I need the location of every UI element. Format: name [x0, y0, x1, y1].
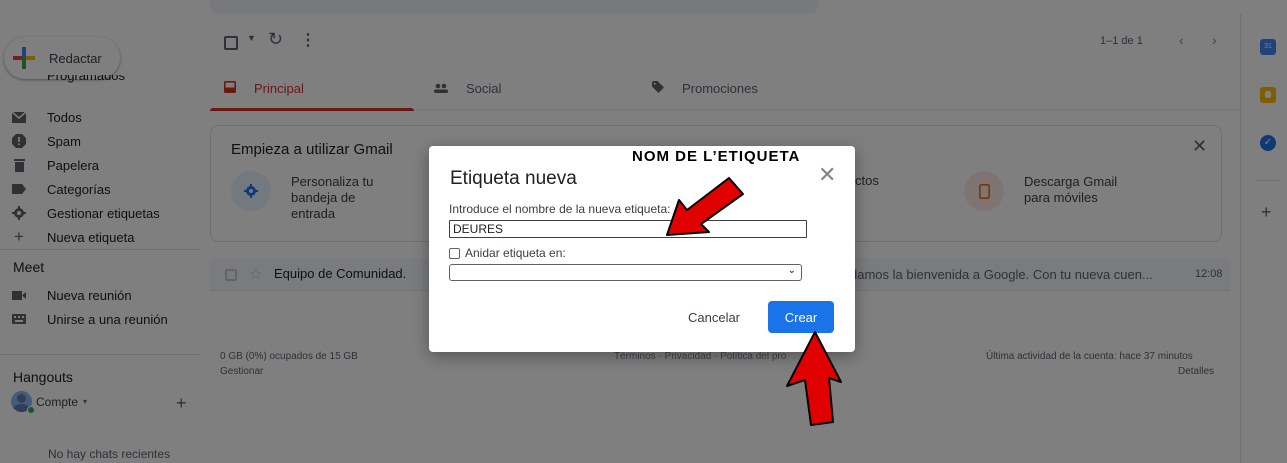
close-icon[interactable]: ✕	[818, 162, 836, 188]
nest-label-option[interactable]: Anidar etiqueta en:	[449, 246, 566, 260]
annotation-arrow-input	[666, 177, 744, 236]
create-button[interactable]: Crear	[768, 301, 834, 333]
new-label-dialog: Etiqueta nueva ✕ Introduce el nombre de …	[429, 146, 855, 352]
dialog-title: Etiqueta nueva	[450, 168, 577, 189]
label-name-caption: Introduce el nombre de la nueva etiqueta…	[449, 202, 671, 216]
annotation-text: NOM DE L’ETIQUETA	[632, 148, 801, 165]
chevron-down-icon: ⌄	[787, 265, 796, 276]
annotation-arrow-create	[786, 331, 842, 426]
parent-label-select[interactable]: ⌄	[449, 264, 802, 281]
nest-caption: Anidar etiqueta en:	[465, 246, 566, 260]
gmail-window: Redactar Programados Todos Spam Papelera	[0, 0, 1287, 463]
cancel-button[interactable]: Cancelar	[681, 303, 747, 331]
nest-checkbox[interactable]	[449, 247, 460, 259]
